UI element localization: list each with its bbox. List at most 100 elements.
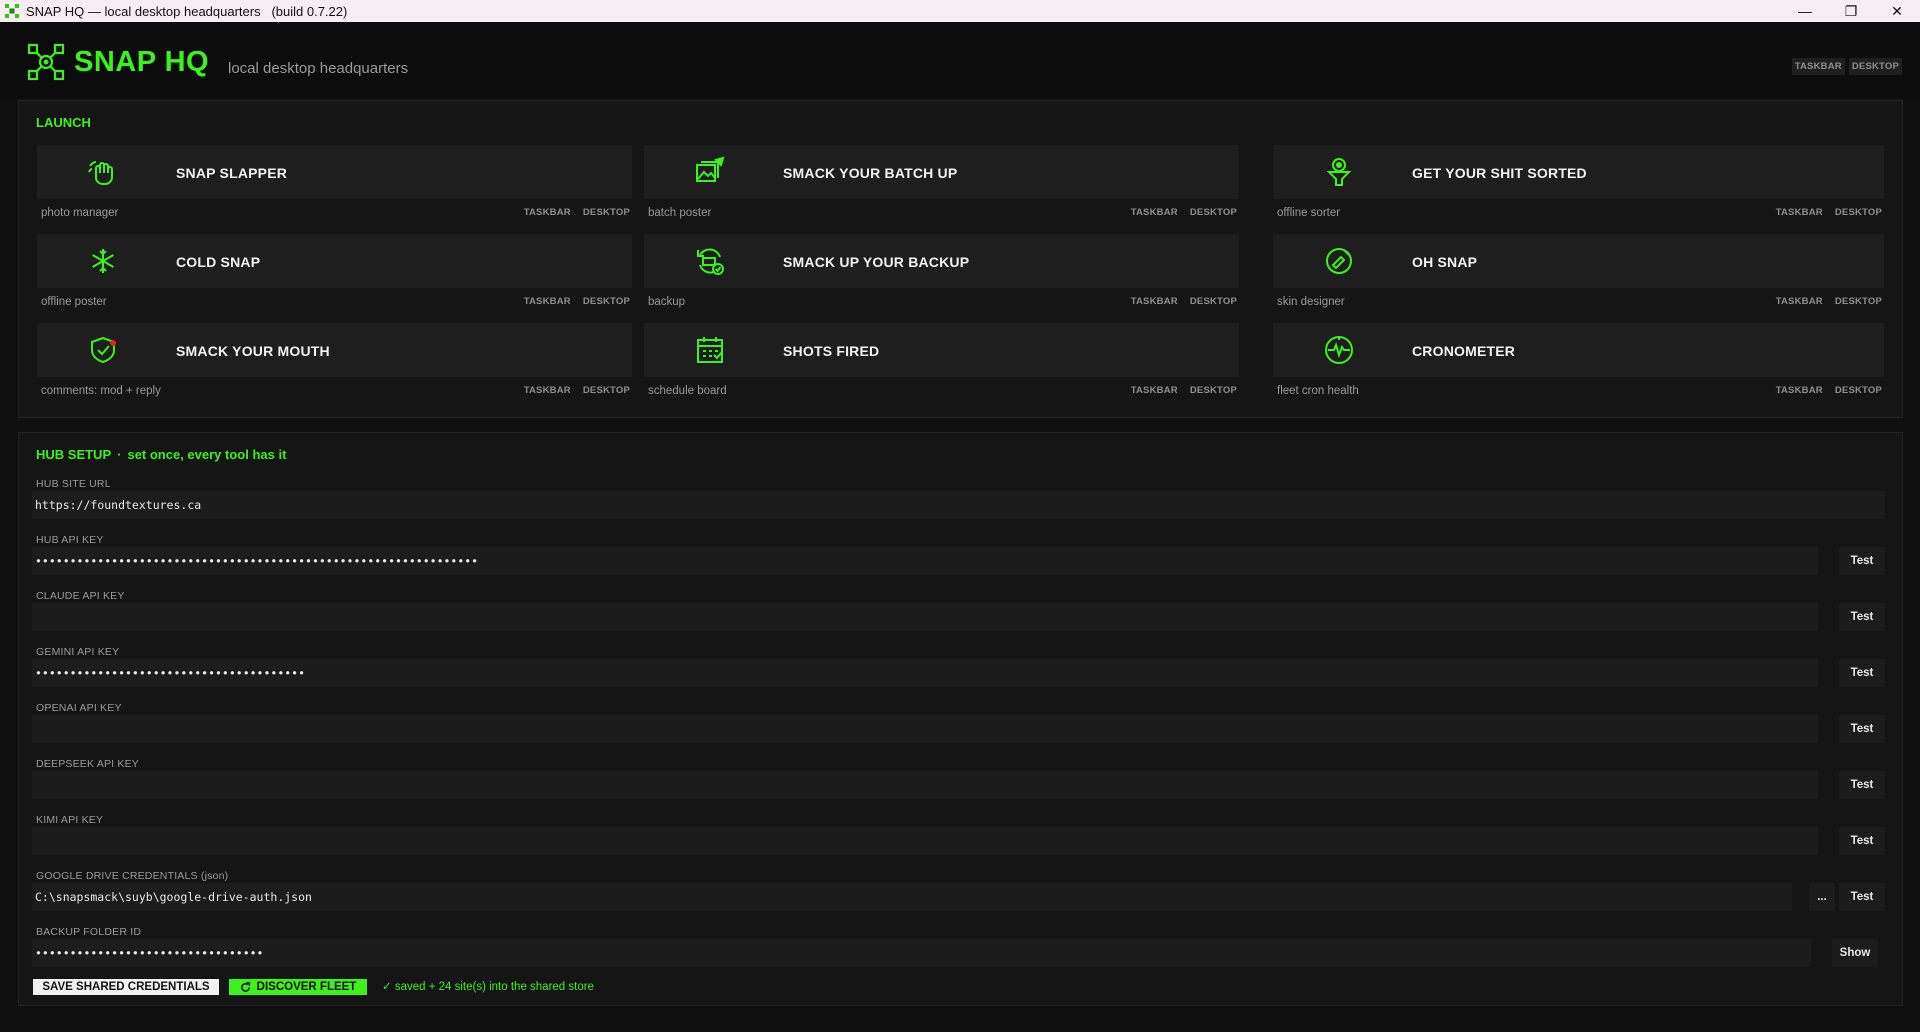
pin-taskbar-button[interactable]: TASKBAR: [524, 207, 571, 218]
google-drive-credentials-label: GOOGLE DRIVE CREDENTIALS (json): [36, 870, 229, 882]
window-title: SNAP HQ — local desktop headquarters (bu…: [26, 3, 348, 19]
test-openai-api-key-button[interactable]: Test: [1839, 715, 1885, 743]
hub-setup-subtitle: set once, every tool has it: [127, 447, 287, 462]
tool-card-get-your-shit-sorted: GET YOUR SHIT SORTED offline sorter TASK…: [1273, 145, 1884, 228]
hub-site-url-label: HUB SITE URL: [36, 478, 111, 490]
google-drive-credentials-input[interactable]: [32, 883, 1792, 911]
pin-desktop-button[interactable]: DESKTOP: [1835, 385, 1882, 396]
deepseek-api-key-input[interactable]: [32, 771, 1818, 799]
tool-name: SMACK UP YOUR BACKUP: [783, 254, 970, 270]
tool-card-smack-up-your-backup: SMACK UP YOUR BACKUP backup TASKBAR DESK…: [644, 234, 1239, 317]
launch-smack-your-batch-up-button[interactable]: SMACK YOUR BATCH UP: [644, 145, 1239, 199]
restore-button[interactable]: ❐: [1828, 0, 1874, 22]
pin-desktop-button[interactable]: DESKTOP: [583, 296, 630, 307]
palette-icon: [1326, 248, 1352, 274]
backup-folder-id-label: BACKUP FOLDER ID: [36, 926, 142, 938]
hand-slap-icon: [88, 161, 113, 185]
discover-fleet-label: DISCOVER FLEET: [256, 981, 357, 993]
launch-shots-fired-button[interactable]: SHOTS FIRED: [644, 323, 1239, 377]
launch-oh-snap-button[interactable]: OH SNAP: [1273, 234, 1884, 288]
pin-taskbar-button[interactable]: TASKBAR: [1131, 207, 1178, 218]
calendar-icon: [697, 337, 723, 363]
pin-desktop-button[interactable]: DESKTOP: [1835, 207, 1882, 218]
save-shared-credentials-button[interactable]: SAVE SHARED CREDENTIALS: [33, 979, 219, 995]
funnel-sort-icon: [1326, 158, 1352, 186]
tool-name: SNAP SLAPPER: [176, 165, 288, 181]
pin-taskbar-button[interactable]: TASKBAR: [524, 296, 571, 307]
shield-check-icon: [91, 336, 116, 364]
launch-cold-snap-button[interactable]: COLD SNAP: [37, 234, 632, 288]
minimize-button[interactable]: —: [1782, 0, 1828, 22]
pin-hq-desktop-button[interactable]: DESKTOP: [1848, 58, 1902, 75]
tool-subtitle: backup: [648, 296, 686, 308]
kimi-api-key-label: KIMI API KEY: [36, 814, 104, 826]
claude-api-key-input[interactable]: [32, 603, 1818, 631]
tool-subtitle: photo manager: [41, 207, 119, 219]
tool-subtitle: offline sorter: [1277, 207, 1341, 219]
snap-hq-logo-icon: [27, 43, 65, 81]
pin-taskbar-button[interactable]: TASKBAR: [524, 385, 571, 396]
brand-title: SNAP HQ: [74, 46, 210, 78]
test-kimi-api-key-button[interactable]: Test: [1839, 827, 1885, 855]
tool-subtitle: offline poster: [41, 296, 107, 308]
refresh-icon: [240, 981, 250, 992]
launch-panel: LAUNCH SNAP SLAPPER photo manager TASKBA…: [18, 100, 1903, 418]
tool-subtitle: skin designer: [1277, 296, 1345, 308]
hub-setup-title: HUB SETUP · set once, every tool has it: [36, 447, 286, 462]
hub-setup-panel: HUB SETUP · set once, every tool has it HU…: [18, 432, 1903, 1006]
tool-subtitle: batch poster: [648, 207, 712, 219]
test-deepseek-api-key-button[interactable]: Test: [1839, 771, 1885, 799]
discover-fleet-button[interactable]: DISCOVER FLEET: [229, 979, 367, 995]
launch-snap-slapper-button[interactable]: SNAP SLAPPER: [37, 145, 632, 199]
tool-card-snap-slapper: SNAP SLAPPER photo manager TASKBAR DESKT…: [37, 145, 632, 228]
tool-card-oh-snap: OH SNAP skin designer TASKBAR DESKTOP: [1273, 234, 1884, 317]
gemini-api-key-input[interactable]: [32, 659, 1818, 687]
pin-hq-taskbar-button[interactable]: TASKBAR: [1791, 58, 1845, 75]
pin-desktop-button[interactable]: DESKTOP: [583, 207, 630, 218]
openai-api-key-label: OPENAI API KEY: [36, 702, 122, 714]
tool-subtitle: comments: mod + reply: [41, 385, 161, 397]
tool-name: CRONOMETER: [1412, 343, 1516, 359]
launch-smack-your-mouth-button[interactable]: SMACK YOUR MOUTH: [37, 323, 632, 377]
pin-taskbar-button[interactable]: TASKBAR: [1776, 296, 1823, 307]
tool-name: GET YOUR SHIT SORTED: [1412, 165, 1587, 181]
pin-desktop-button[interactable]: DESKTOP: [1190, 207, 1237, 218]
hub-api-key-label: HUB API KEY: [36, 534, 104, 546]
tool-name: COLD SNAP: [176, 254, 261, 270]
app-logo-icon: [5, 4, 19, 18]
tool-subtitle: schedule board: [648, 385, 727, 397]
browse-credentials-button[interactable]: ...: [1809, 883, 1835, 911]
launch-cronometer-button[interactable]: CRONOMETER: [1273, 323, 1884, 377]
test-gemini-api-key-button[interactable]: Test: [1839, 659, 1885, 687]
gemini-api-key-label: GEMINI API KEY: [36, 646, 120, 658]
deepseek-api-key-label: DEEPSEEK API KEY: [36, 758, 139, 770]
launch-get-your-shit-sorted-button[interactable]: GET YOUR SHIT SORTED: [1273, 145, 1884, 199]
test-hub-api-key-button[interactable]: Test: [1839, 547, 1885, 575]
pin-taskbar-button[interactable]: TASKBAR: [1776, 207, 1823, 218]
pin-desktop-button[interactable]: DESKTOP: [583, 385, 630, 396]
backup-folder-id-input[interactable]: [32, 939, 1811, 967]
openai-api-key-input[interactable]: [32, 715, 1818, 743]
test-claude-api-key-button[interactable]: Test: [1839, 603, 1885, 631]
test-google-drive-button[interactable]: Test: [1839, 883, 1885, 911]
brand-tagline: local desktop headquarters: [228, 60, 409, 77]
title-separator: ·: [117, 447, 122, 462]
save-status-message: ✓ saved + 24 site(s) into the shared sto…: [382, 981, 594, 993]
pin-desktop-button[interactable]: DESKTOP: [1190, 296, 1237, 307]
close-button[interactable]: ✕: [1874, 0, 1920, 22]
launch-smack-up-your-backup-button[interactable]: SMACK UP YOUR BACKUP: [644, 234, 1239, 288]
claude-api-key-label: CLAUDE API KEY: [36, 590, 125, 602]
kimi-api-key-input[interactable]: [32, 827, 1818, 855]
pin-taskbar-button[interactable]: TASKBAR: [1131, 385, 1178, 396]
pin-taskbar-button[interactable]: TASKBAR: [1131, 296, 1178, 307]
images-batch-icon: [696, 156, 725, 182]
pin-desktop-button[interactable]: DESKTOP: [1190, 385, 1237, 396]
pin-desktop-button[interactable]: DESKTOP: [1835, 296, 1882, 307]
show-backup-folder-id-button[interactable]: Show: [1832, 939, 1878, 967]
pin-taskbar-button[interactable]: TASKBAR: [1776, 385, 1823, 396]
tool-subtitle: fleet cron health: [1277, 385, 1359, 397]
hub-site-url-input[interactable]: [32, 491, 1885, 519]
hub-api-key-input[interactable]: [32, 547, 1818, 575]
tool-card-smack-your-mouth: SMACK YOUR MOUTH comments: mod + reply T…: [37, 323, 632, 406]
app-header: SNAP HQ local desktop headquarters TASKB…: [0, 22, 1920, 98]
